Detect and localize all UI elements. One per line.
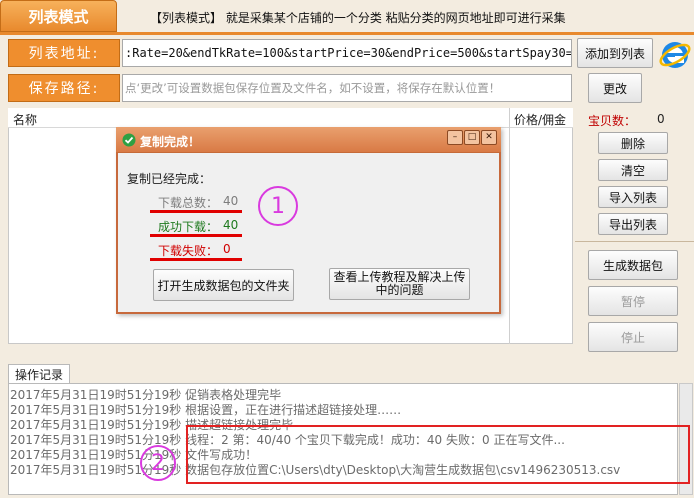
mode-tip: 【列表模式】 就是采集某个店铺的一个分类 粘贴分类的网页地址即可进行采集 bbox=[150, 11, 566, 25]
save-path-input[interactable]: 点‘更改’可设置数据包保存位置及文件名，如不设置，将保存在默认位置！ bbox=[122, 74, 572, 102]
add-to-list-button[interactable]: 添加到列表 bbox=[577, 38, 653, 68]
list-url-label: 列表地址: bbox=[8, 39, 120, 67]
open-folder-button[interactable]: 打开生成数据包的文件夹 bbox=[153, 269, 294, 301]
fail-label: 下载失败： bbox=[158, 244, 219, 258]
highlight-box bbox=[186, 425, 690, 484]
dialog-heading: 复制已经完成： bbox=[127, 172, 212, 186]
export-list-button[interactable]: 导出列表 bbox=[598, 213, 668, 235]
header-divider bbox=[0, 32, 694, 35]
success-underline bbox=[150, 234, 242, 237]
fail-value: 0 bbox=[223, 242, 231, 256]
save-path-label: 保存路径: bbox=[8, 74, 120, 102]
delete-button[interactable]: 删除 bbox=[598, 132, 668, 154]
success-label: 成功下载： bbox=[158, 220, 219, 234]
list-header bbox=[8, 108, 573, 128]
panel-divider bbox=[575, 241, 694, 242]
item-count-value: 0 bbox=[657, 112, 665, 126]
upload-tutorial-line2: 中的问题 bbox=[375, 283, 424, 297]
annotation-circle-2: 2 bbox=[140, 445, 176, 481]
dialog-title: 复制完成！ bbox=[140, 135, 201, 149]
change-path-button[interactable]: 更改 bbox=[588, 73, 642, 103]
tab-operation-log[interactable]: 操作记录 bbox=[8, 364, 70, 384]
pane-splitter[interactable] bbox=[8, 352, 694, 362]
item-count-label: 宝贝数： bbox=[588, 114, 637, 128]
pause-button[interactable]: 暂停 bbox=[588, 286, 678, 316]
import-list-button[interactable]: 导入列表 bbox=[598, 186, 668, 208]
stop-button[interactable]: 停止 bbox=[588, 322, 678, 352]
close-icon[interactable]: ✕ bbox=[481, 130, 497, 145]
total-label: 下载总数： bbox=[158, 196, 219, 210]
maximize-icon[interactable]: □ bbox=[464, 130, 480, 145]
ie-browser-icon[interactable] bbox=[658, 38, 692, 72]
check-icon bbox=[122, 133, 136, 147]
generate-package-button[interactable]: 生成数据包 bbox=[588, 250, 678, 280]
column-price-header[interactable]: 价格/佣金 bbox=[514, 111, 566, 128]
success-value: 40 bbox=[223, 218, 239, 232]
total-value: 40 bbox=[223, 194, 239, 208]
minimize-icon[interactable]: – bbox=[447, 130, 463, 145]
annotation-circle-1: 1 bbox=[258, 186, 298, 226]
upload-tutorial-button[interactable]: 查看上传教程及解决上传 中的问题 bbox=[329, 268, 470, 300]
list-url-input[interactable]: :Rate=20&endTkRate=100&startPrice=30&end… bbox=[122, 39, 572, 67]
column-name-header[interactable]: 名称 bbox=[13, 111, 37, 128]
column-separator bbox=[509, 108, 510, 344]
tab-list-mode[interactable]: 列表模式 bbox=[0, 0, 117, 32]
clear-button[interactable]: 清空 bbox=[598, 159, 668, 181]
total-underline bbox=[150, 210, 242, 213]
fail-underline bbox=[150, 258, 242, 261]
